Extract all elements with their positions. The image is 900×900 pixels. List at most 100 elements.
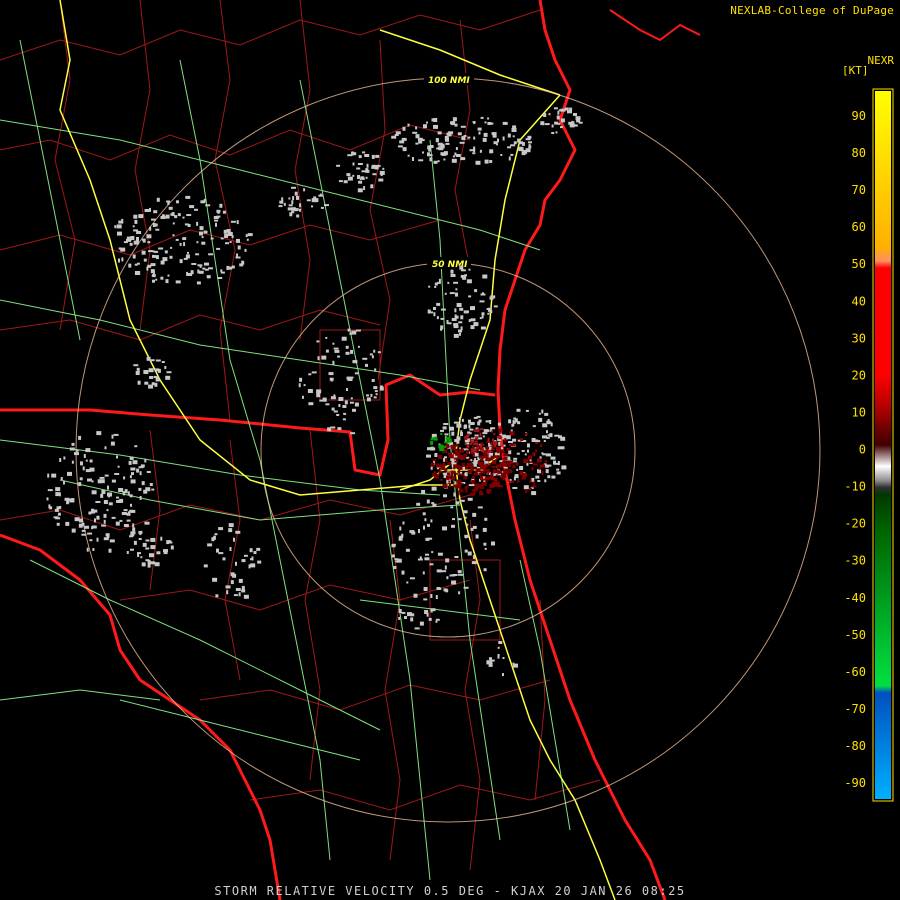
echo-pixel bbox=[482, 137, 487, 142]
echo-pixel bbox=[533, 481, 535, 485]
echo-pixel bbox=[250, 563, 256, 568]
echo-pixel bbox=[509, 480, 514, 483]
echo-pixel bbox=[478, 472, 481, 476]
echo-pixel bbox=[457, 439, 460, 444]
echo-pixel bbox=[288, 204, 293, 207]
echo-pixel bbox=[207, 543, 213, 547]
echo-pixel bbox=[502, 457, 506, 461]
echo-pixel bbox=[516, 452, 520, 455]
echo-pixel bbox=[512, 460, 517, 463]
echo-pixel bbox=[495, 464, 499, 469]
echo-pixel bbox=[497, 485, 503, 488]
echo-pixel bbox=[450, 506, 454, 509]
echo-pixel bbox=[445, 142, 450, 145]
scale-tick-label: 90 bbox=[852, 109, 866, 123]
echo-pixel bbox=[365, 169, 370, 173]
echo-pixel bbox=[231, 235, 234, 239]
echo-pixel bbox=[464, 310, 469, 313]
echo-pixel bbox=[130, 479, 136, 484]
echo-pixel bbox=[422, 151, 424, 154]
echo-pixel bbox=[483, 470, 486, 475]
echo-pixel bbox=[554, 121, 559, 125]
echo-pixel bbox=[470, 438, 475, 441]
scale-tick-label: 40 bbox=[852, 294, 866, 308]
echo-pixel bbox=[453, 333, 459, 338]
echo-pixel bbox=[145, 547, 150, 550]
echo-pixel bbox=[230, 220, 236, 223]
echo-pixel bbox=[122, 491, 128, 494]
echo-pixel bbox=[460, 269, 466, 272]
echo-pixel bbox=[363, 186, 366, 191]
echo-pixel bbox=[208, 267, 213, 270]
echo-pixel bbox=[483, 478, 489, 481]
echo-pixel bbox=[456, 303, 462, 307]
scale-tick-label: 50 bbox=[852, 257, 866, 271]
echo-pixel bbox=[449, 292, 455, 295]
echo-pixel bbox=[436, 569, 442, 573]
echo-pixel bbox=[452, 155, 455, 158]
echo-pixel bbox=[91, 526, 94, 530]
echo-pixel bbox=[182, 216, 185, 219]
echo-pixel bbox=[131, 509, 136, 513]
echo-pixel bbox=[168, 206, 173, 210]
echo-pixel bbox=[460, 432, 463, 437]
scale-tick-label: -50 bbox=[844, 628, 866, 642]
echo-pixel bbox=[371, 154, 375, 159]
echo-pixel bbox=[106, 509, 109, 512]
echo-pixel bbox=[454, 460, 459, 463]
echo-pixel bbox=[179, 259, 183, 264]
echo-pixel bbox=[401, 570, 405, 575]
echo-pixel bbox=[536, 458, 542, 463]
echo-pixel bbox=[512, 662, 515, 665]
echo-pixel bbox=[466, 523, 469, 526]
echo-pixel bbox=[119, 519, 123, 522]
echo-pixel bbox=[411, 531, 416, 535]
echo-pixel bbox=[454, 308, 457, 313]
echo-pixel bbox=[458, 489, 464, 493]
echo-pixel bbox=[107, 492, 112, 497]
echo-pixel bbox=[291, 200, 294, 205]
echo-pixel bbox=[121, 512, 127, 515]
echo-pixel bbox=[156, 563, 159, 565]
echo-pixel bbox=[476, 449, 479, 454]
echo-pixel bbox=[233, 537, 235, 542]
echo-pixel bbox=[465, 485, 469, 489]
echo-pixel bbox=[473, 462, 477, 467]
echo-pixel bbox=[569, 107, 573, 111]
echo-pixel bbox=[422, 571, 425, 575]
echo-pixel bbox=[104, 474, 109, 477]
echo-pixel bbox=[453, 457, 459, 460]
echo-pixel bbox=[130, 548, 134, 551]
echo-pixel bbox=[430, 594, 433, 598]
echo-pixel bbox=[152, 223, 156, 227]
echo-pixel bbox=[532, 463, 538, 466]
echo-pixel bbox=[423, 598, 428, 601]
echo-pixel bbox=[537, 480, 541, 482]
echo-pixel bbox=[143, 258, 147, 262]
echo-pixel bbox=[46, 497, 49, 501]
echo-pixel bbox=[343, 412, 347, 415]
echo-pixel bbox=[215, 594, 219, 598]
echo-pixel bbox=[415, 134, 420, 139]
echo-pixel bbox=[342, 418, 346, 421]
echo-pixel bbox=[492, 440, 495, 443]
echo-pixel bbox=[469, 480, 472, 483]
echo-pixel bbox=[222, 210, 226, 214]
echo-pixel bbox=[447, 134, 452, 137]
echo-pixel bbox=[450, 473, 454, 477]
echo-pixel bbox=[302, 395, 304, 399]
echo-pixel bbox=[318, 389, 322, 393]
echo-pixel bbox=[532, 452, 536, 457]
echo-pixel bbox=[63, 456, 66, 460]
echo-pixel bbox=[544, 479, 547, 483]
echo-pixel bbox=[155, 377, 160, 382]
echo-pixel bbox=[352, 162, 355, 166]
echo-pixel bbox=[431, 502, 435, 505]
echo-pixel bbox=[81, 533, 87, 536]
echo-pixel bbox=[149, 376, 154, 379]
echo-pixel bbox=[517, 478, 520, 483]
echo-pixel bbox=[549, 433, 553, 438]
echo-pixel bbox=[244, 248, 247, 252]
echo-pixel bbox=[464, 424, 467, 429]
echo-pixel bbox=[424, 557, 430, 561]
